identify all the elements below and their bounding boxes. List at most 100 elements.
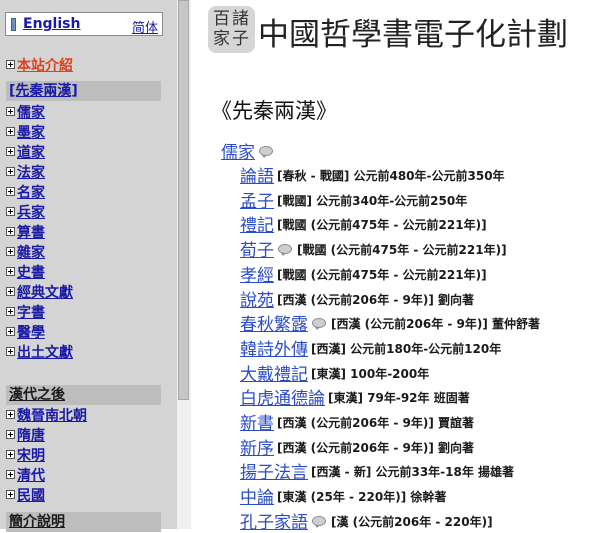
book-link[interactable]: 論語 <box>240 167 274 187</box>
sidebar-item-0[interactable]: 魏晉南北朝 <box>6 407 87 425</box>
expand-icon[interactable] <box>6 167 15 176</box>
sidebar-item-5[interactable]: 兵家 <box>6 204 45 222</box>
sidebar-link[interactable]: 隋唐 <box>17 428 45 444</box>
expand-icon[interactable] <box>6 470 15 479</box>
book-info: [戰國 (公元前475年 - 公元前221年)] <box>277 218 487 233</box>
expand-icon[interactable] <box>6 327 15 336</box>
book-link[interactable]: 韓詩外傳 <box>240 340 308 360</box>
discussion-bubble-icon[interactable] <box>312 515 326 528</box>
discussion-bubble-icon[interactable] <box>278 244 292 257</box>
sidebar-item-0[interactable]: 儒家 <box>6 104 45 122</box>
book-link[interactable]: 大戴禮記 <box>240 365 308 385</box>
section-pre-qin[interactable]: [先秦兩漢] <box>6 81 161 101</box>
site-logo[interactable]: 百 諸 家 子 <box>208 6 255 53</box>
sidebar-link[interactable]: 史書 <box>17 265 45 281</box>
sidebar-link[interactable]: 經典文獻 <box>17 285 73 301</box>
sidebar-item-2[interactable]: 宋明 <box>6 447 45 465</box>
sidebar-item-1[interactable]: 墨家 <box>6 124 45 142</box>
expand-icon[interactable] <box>6 307 15 316</box>
sidebar-item-8[interactable]: 史書 <box>6 264 45 282</box>
expand-icon[interactable] <box>6 107 15 116</box>
site-title[interactable]: 中國哲學書電子化計劃 <box>258 9 568 54</box>
sidebar-link[interactable]: 民國 <box>17 488 45 504</box>
book-row: 說苑 [西漢 (公元前206年 - 9年)] 劉向著 <box>240 286 474 311</box>
sidebar-item-12[interactable]: 出土文獻 <box>6 344 73 362</box>
intro-link[interactable]: 本站介紹 <box>17 58 73 74</box>
expand-icon[interactable] <box>6 410 15 419</box>
expand-icon[interactable] <box>6 247 15 256</box>
book-row: 大戴禮記 [東漢] 100年-200年 <box>240 360 429 385</box>
book-link[interactable]: 新序 <box>240 439 274 459</box>
sidebar-item-11[interactable]: 醫學 <box>6 324 45 342</box>
expand-icon[interactable] <box>6 187 15 196</box>
book-row: 孔子家語 [漢 (公元前206年 - 220年)] <box>240 508 493 533</box>
book-link[interactable]: 禮記 <box>240 216 274 236</box>
sidebar-scrollbar[interactable] <box>177 0 191 529</box>
sidebar-item-7[interactable]: 雜家 <box>6 244 45 262</box>
expand-icon[interactable] <box>6 227 15 236</box>
book-row: 荀子 [戰國 (公元前475年 - 公元前221年)] <box>240 236 507 261</box>
school-heading: 儒家 <box>221 138 275 163</box>
expand-icon[interactable] <box>6 347 15 356</box>
section-intro-notes[interactable]: 簡介說明 <box>6 512 161 532</box>
book-link[interactable]: 中論 <box>240 488 274 508</box>
sidebar-link[interactable]: 墨家 <box>17 125 45 141</box>
book-icon <box>11 18 16 31</box>
book-link[interactable]: 新書 <box>240 414 274 434</box>
book-link[interactable]: 孔子家語 <box>240 513 308 533</box>
section-han-after[interactable]: 漢代之後 <box>6 385 161 405</box>
sidebar-link[interactable]: 字書 <box>17 305 45 321</box>
sidebar-link[interactable]: 名家 <box>17 185 45 201</box>
expand-icon[interactable] <box>6 127 15 136</box>
book-link[interactable]: 孝經 <box>240 266 274 286</box>
book-info: [西漢] 公元前180年-公元前120年 <box>311 341 502 356</box>
sidebar-link[interactable]: 道家 <box>17 145 45 161</box>
sidebar-link[interactable]: 魏晉南北朝 <box>17 408 87 424</box>
expand-icon[interactable] <box>6 450 15 459</box>
scrollbar-thumb[interactable] <box>178 0 189 400</box>
book-row: 中論 [東漢 (25年 - 220年)] 徐幹著 <box>240 483 446 508</box>
logo-char: 百 <box>213 9 230 29</box>
sidebar-item-6[interactable]: 算書 <box>6 224 45 242</box>
english-link[interactable]: English <box>23 16 80 32</box>
sidebar-link[interactable]: 清代 <box>17 468 45 484</box>
sidebar-item-intro[interactable]: 本站介紹 <box>6 57 73 75</box>
sidebar: English 简体 本站介紹 [先秦兩漢] 儒家墨家道家法家名家兵家算書雜家史… <box>0 0 177 532</box>
expand-icon[interactable] <box>6 490 15 499</box>
expand-icon[interactable] <box>6 287 15 296</box>
book-link[interactable]: 孟子 <box>240 192 274 212</box>
sidebar-item-1[interactable]: 隋唐 <box>6 427 45 445</box>
sidebar-item-10[interactable]: 字書 <box>6 304 45 322</box>
sidebar-item-2[interactable]: 道家 <box>6 144 45 162</box>
discussion-bubble-icon[interactable] <box>259 146 273 158</box>
sidebar-item-4[interactable]: 名家 <box>6 184 45 202</box>
discussion-bubble-icon[interactable] <box>312 318 326 331</box>
simplified-chinese-link[interactable]: 简体 <box>132 17 158 36</box>
book-row: 新書 [西漢 (公元前206年 - 9年)] 賈誼著 <box>240 409 474 434</box>
sidebar-link[interactable]: 法家 <box>17 165 45 181</box>
sidebar-link[interactable]: 宋明 <box>17 448 45 464</box>
book-link[interactable]: 說苑 <box>240 291 274 311</box>
sidebar-item-9[interactable]: 經典文獻 <box>6 284 73 302</box>
expand-icon[interactable] <box>6 267 15 276</box>
sidebar-link[interactable]: 醫學 <box>17 325 45 341</box>
expand-icon[interactable] <box>6 207 15 216</box>
sidebar-link[interactable]: 雜家 <box>17 245 45 261</box>
sidebar-link[interactable]: 出土文獻 <box>17 345 73 361</box>
school-link[interactable]: 儒家 <box>221 143 255 163</box>
sidebar-item-3[interactable]: 清代 <box>6 467 45 485</box>
book-link[interactable]: 白虎通德論 <box>240 389 325 409</box>
expand-icon[interactable] <box>6 60 15 69</box>
sidebar-link[interactable]: 算書 <box>17 225 45 241</box>
logo-char: 子 <box>232 29 249 49</box>
book-row: 春秋繁露 [西漢 (公元前206年 - 9年)] 董仲舒著 <box>240 310 540 335</box>
expand-icon[interactable] <box>6 430 15 439</box>
sidebar-item-3[interactable]: 法家 <box>6 164 45 182</box>
book-link[interactable]: 春秋繁露 <box>240 315 308 335</box>
sidebar-link[interactable]: 儒家 <box>17 105 45 121</box>
book-link[interactable]: 荀子 <box>240 241 274 261</box>
sidebar-item-4[interactable]: 民國 <box>6 487 45 505</box>
book-link[interactable]: 揚子法言 <box>240 463 308 483</box>
expand-icon[interactable] <box>6 147 15 156</box>
sidebar-link[interactable]: 兵家 <box>17 205 45 221</box>
